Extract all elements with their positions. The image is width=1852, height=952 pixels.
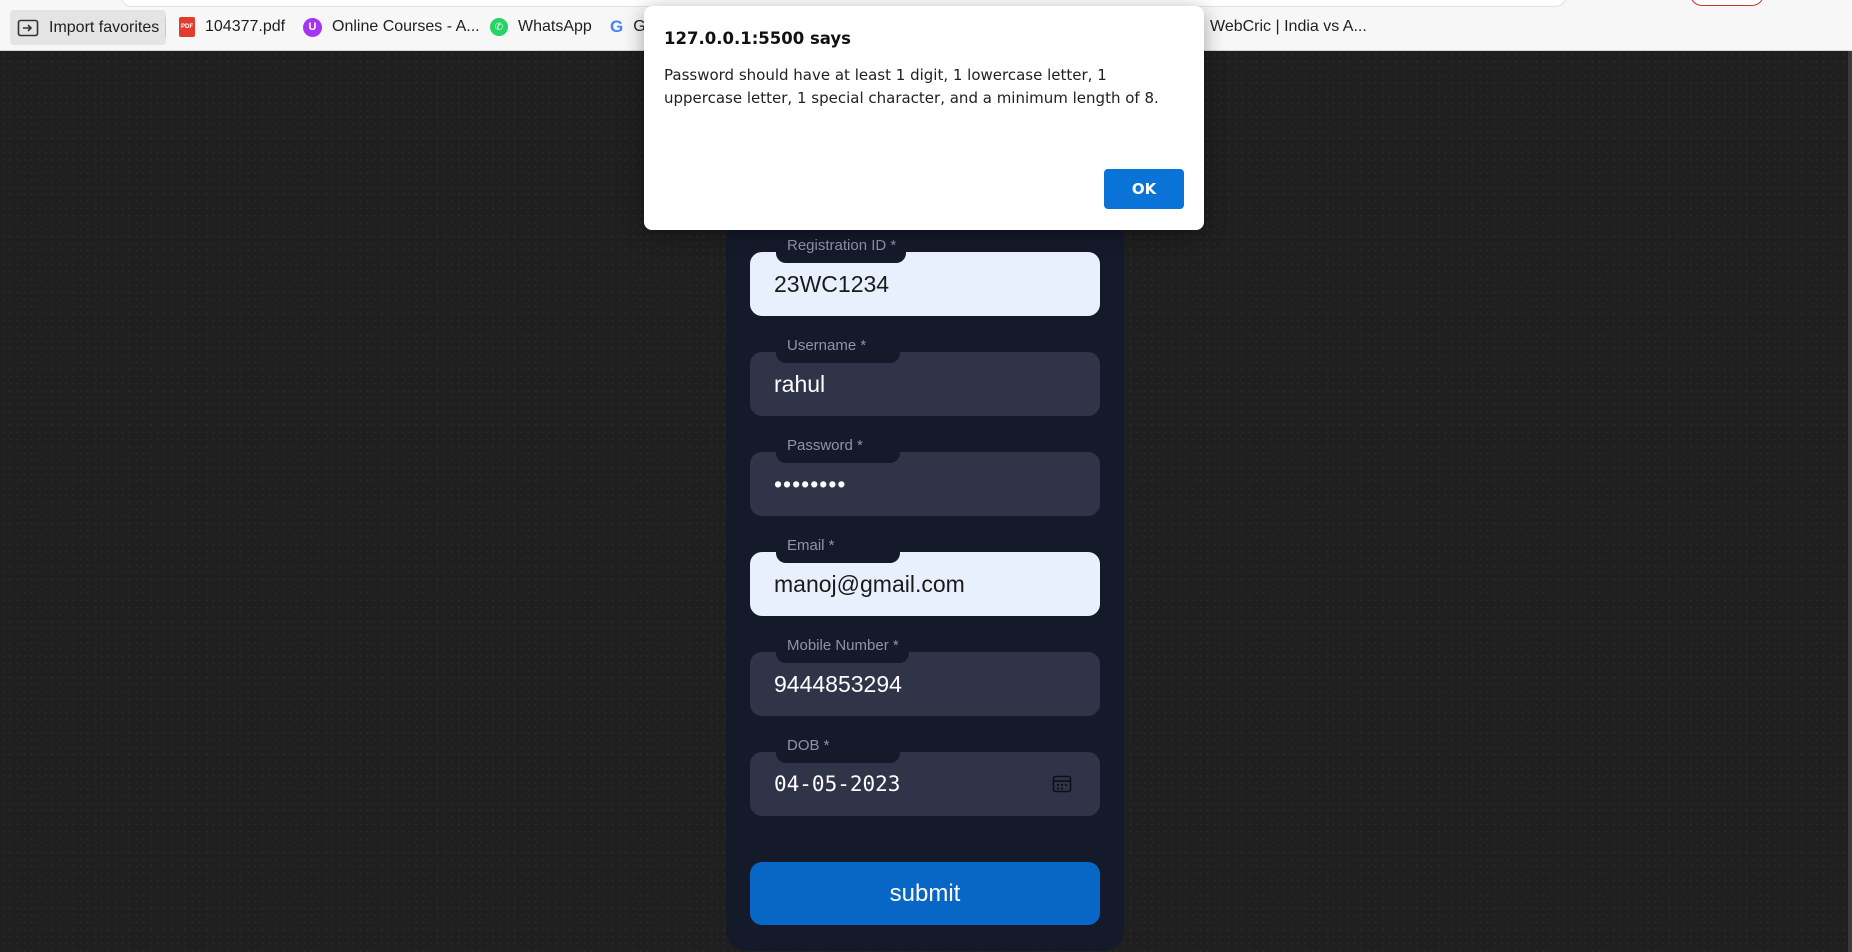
import-favorites-label: Import favorites	[49, 18, 160, 36]
alert-dialog: 127.0.0.1:5500 says Password should have…	[644, 6, 1204, 230]
dob-label: DOB *	[776, 736, 900, 763]
import-favorites-button[interactable]: Import favorites	[10, 10, 167, 45]
mobile-number-label: Mobile Number *	[776, 636, 909, 663]
udemy-icon: U	[303, 17, 322, 37]
mobile-number-field[interactable]: 9444853294 Mobile Number *	[750, 636, 1100, 716]
bookmark-whatsapp[interactable]: ✆ WhatsApp	[490, 10, 592, 44]
dialog-title: 127.0.0.1:5500 says	[664, 29, 851, 48]
submit-button[interactable]: submit	[750, 862, 1100, 925]
scrollbar[interactable]	[1848, 51, 1852, 952]
calendar-icon[interactable]	[1052, 774, 1072, 799]
pdf-file-icon: PDF	[179, 17, 195, 37]
bookmark-label: Online Courses - A...	[332, 18, 480, 35]
dob-field[interactable]: 04-05-2023 DOB *	[750, 736, 1100, 816]
registration-id-label: Registration ID *	[776, 236, 907, 263]
dialog-message: Password should have at least 1 digit, 1…	[664, 66, 1159, 107]
username-label: Username *	[776, 336, 900, 363]
password-label: Password *	[776, 436, 900, 463]
bookmark-label: 104377.pdf	[205, 18, 286, 35]
username-field[interactable]: rahul Username *	[750, 336, 1100, 416]
dialog-ok-button[interactable]: OK	[1104, 169, 1184, 209]
bookmark-online-courses[interactable]: U Online Courses - A...	[303, 10, 480, 44]
password-field[interactable]: •••••••• Password *	[750, 436, 1100, 516]
bookmarks-separator	[165, 17, 166, 37]
whatsapp-icon: ✆	[490, 18, 508, 36]
import-favorites-icon	[17, 18, 39, 38]
bookmark-webcric[interactable]: WebCric | India vs A...	[1210, 10, 1367, 44]
email-label: Email *	[776, 536, 900, 563]
bookmark-google[interactable]: G G	[610, 10, 646, 44]
bookmark-label: WebCric | India vs A...	[1210, 18, 1367, 35]
bookmark-label: WhatsApp	[518, 18, 592, 35]
email-field[interactable]: manoj@gmail.com Email *	[750, 536, 1100, 616]
registration-id-field[interactable]: 23WC1234 Registration ID *	[750, 236, 1100, 316]
profile-button[interactable]	[1690, 0, 1764, 6]
bookmark-104377-pdf[interactable]: PDF 104377.pdf	[179, 10, 285, 44]
google-icon: G	[610, 17, 624, 36]
